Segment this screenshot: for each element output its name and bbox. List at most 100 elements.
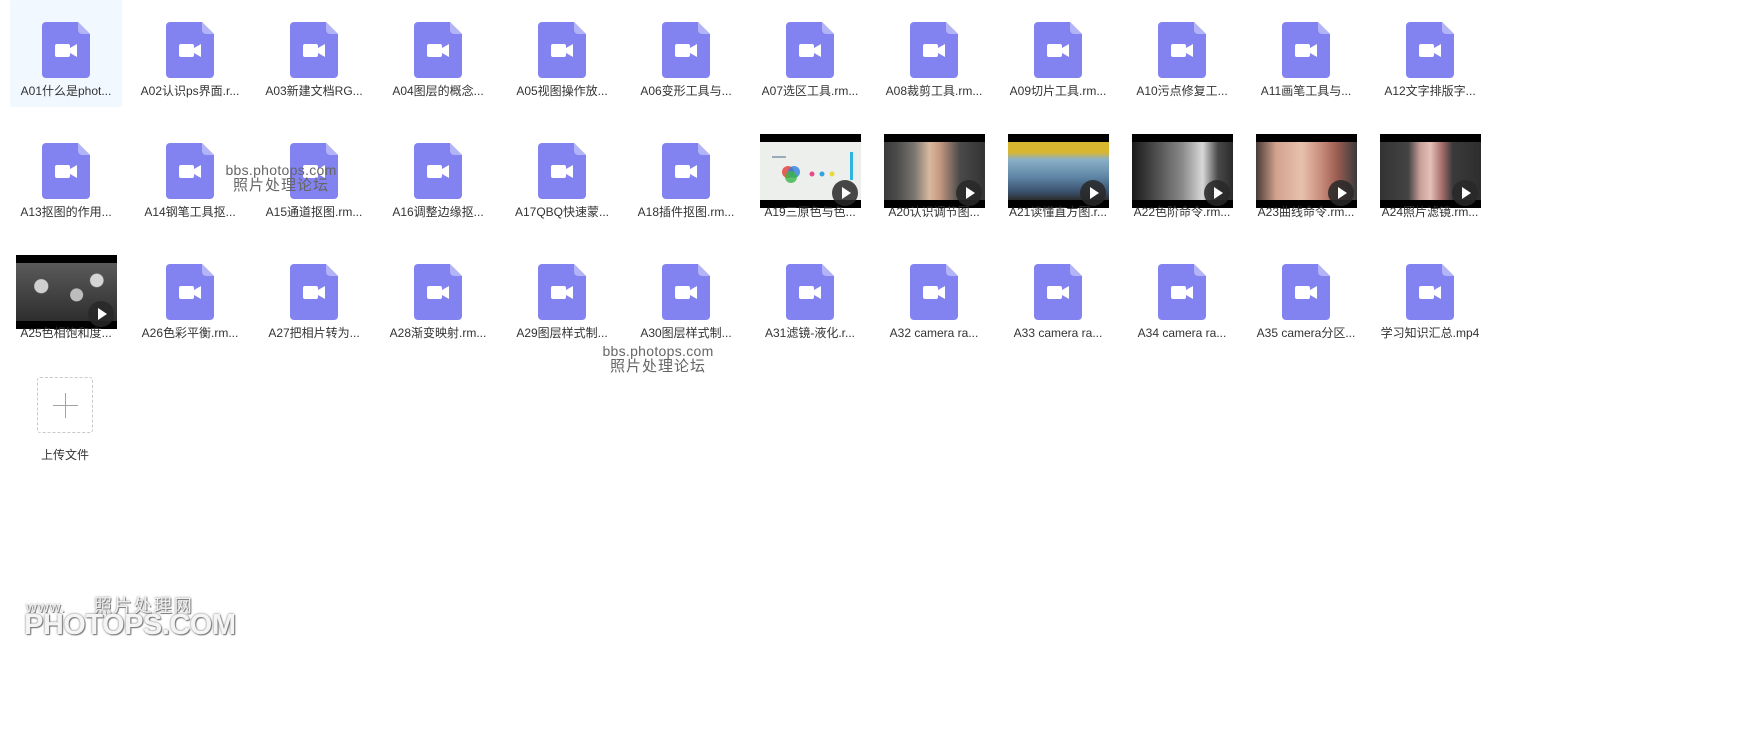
file-item[interactable]: A34 camera ra... [1126, 242, 1238, 349]
file-name: A16调整边缘抠... [392, 205, 484, 219]
file-name: A11画笔工具与... [1260, 84, 1352, 98]
video-file-icon [538, 22, 586, 78]
video-file-icon [1158, 22, 1206, 78]
video-thumbnail [759, 134, 861, 208]
file-item[interactable]: A19三原色与色... [754, 121, 866, 228]
video-file-icon [1406, 22, 1454, 78]
play-icon [1079, 180, 1106, 206]
file-item[interactable]: A23曲线命令.rm... [1250, 121, 1362, 228]
file-name: A02认识ps界面.r... [140, 84, 240, 98]
file-name: A15通道抠图.rm... [265, 205, 363, 219]
file-name: A01什么是phot... [20, 84, 112, 98]
file-thumbnail [258, 255, 370, 329]
file-item[interactable]: 学习知识汇总.mp4 [1374, 242, 1486, 349]
video-file-icon [290, 264, 338, 320]
video-thumbnail [1379, 134, 1481, 208]
file-item[interactable]: A01什么是phot... [10, 0, 122, 107]
file-item[interactable]: A03新建文档RG... [258, 0, 370, 107]
file-name: A18插件抠图.rm... [637, 205, 735, 219]
video-thumbnail [15, 255, 117, 329]
file-item[interactable]: A02认识ps界面.r... [134, 0, 246, 107]
file-item[interactable]: A08裁剪工具.rm... [878, 0, 990, 107]
file-item[interactable]: A35 camera分区... [1250, 242, 1362, 349]
video-file-icon [1406, 264, 1454, 320]
file-name: A31滤镜-液化.r... [764, 326, 856, 340]
file-item[interactable]: A24照片滤镜.rm... [1374, 121, 1486, 228]
file-item[interactable]: A33 camera ra... [1002, 242, 1114, 349]
file-name: A03新建文档RG... [265, 84, 363, 98]
file-thumbnail [10, 13, 122, 87]
play-icon [87, 301, 114, 327]
file-thumbnail [134, 13, 246, 87]
file-thumbnail [506, 134, 618, 208]
file-name: A27把相片转为... [268, 326, 360, 340]
video-file-icon [166, 264, 214, 320]
file-thumbnail [506, 255, 618, 329]
file-thumbnail [1250, 134, 1362, 208]
file-item[interactable]: A32 camera ra... [878, 242, 990, 349]
video-thumbnail [1255, 134, 1357, 208]
file-item[interactable]: A11画笔工具与... [1250, 0, 1362, 107]
file-item[interactable]: A15通道抠图.rm... [258, 121, 370, 228]
play-icon [1451, 180, 1478, 206]
video-file-icon [1282, 264, 1330, 320]
file-item[interactable]: A21读懂直方图.r... [1002, 121, 1114, 228]
file-item[interactable]: A22色阶命令.rm... [1126, 121, 1238, 228]
file-name: A04图层的概念... [392, 84, 484, 98]
file-thumbnail [1002, 13, 1114, 87]
video-file-icon [290, 22, 338, 78]
file-thumbnail [1374, 13, 1486, 87]
file-name: A14钢笔工具抠... [144, 205, 236, 219]
file-item[interactable]: A18插件抠图.rm... [630, 121, 742, 228]
file-name: A23曲线命令.rm... [1257, 205, 1355, 219]
file-name: A07选区工具.rm... [761, 84, 859, 98]
file-item[interactable]: A06变形工具与... [630, 0, 742, 107]
file-thumbnail [1126, 13, 1238, 87]
video-file-icon [910, 22, 958, 78]
file-thumbnail [10, 134, 122, 208]
file-item[interactable]: A27把相片转为... [258, 242, 370, 349]
file-thumbnail [878, 13, 990, 87]
video-thumbnail [1007, 134, 1109, 208]
file-item[interactable]: A31滤镜-液化.r... [754, 242, 866, 349]
file-item[interactable]: A13抠图的作用... [10, 121, 122, 228]
file-item[interactable]: A26色彩平衡.rm... [134, 242, 246, 349]
upload-button[interactable] [37, 377, 93, 433]
file-item[interactable]: A07选区工具.rm... [754, 0, 866, 107]
file-name: A33 camera ra... [1013, 326, 1103, 340]
file-item[interactable]: A30图层样式制... [630, 242, 742, 349]
video-file-icon [910, 264, 958, 320]
file-thumbnail [382, 13, 494, 87]
file-item[interactable]: A25色相饱和度... [10, 242, 122, 349]
file-name: A10污点修复工... [1136, 84, 1228, 98]
file-thumbnail [878, 255, 990, 329]
file-name: A06变形工具与... [640, 84, 732, 98]
file-thumbnail [1126, 255, 1238, 329]
file-item[interactable]: A04图层的概念... [382, 0, 494, 107]
video-file-icon [662, 22, 710, 78]
file-item[interactable]: A16调整边缘抠... [382, 121, 494, 228]
file-item[interactable]: A28渐变映射.rm... [382, 242, 494, 349]
video-file-icon [414, 143, 462, 199]
video-file-icon [414, 22, 462, 78]
file-item[interactable]: A14钢笔工具抠... [134, 121, 246, 228]
file-thumbnail [754, 13, 866, 87]
file-item[interactable]: A10污点修复工... [1126, 0, 1238, 107]
file-item[interactable]: A09切片工具.rm... [1002, 0, 1114, 107]
file-thumbnail [630, 13, 742, 87]
video-file-icon [662, 143, 710, 199]
file-name: A12文字排版字... [1384, 84, 1476, 98]
file-thumbnail [134, 134, 246, 208]
file-item[interactable]: A29图层样式制... [506, 242, 618, 349]
file-item[interactable]: A20认识调节图... [878, 121, 990, 228]
file-item[interactable]: A17QBQ快速蒙... [506, 121, 618, 228]
file-name: A17QBQ快速蒙... [514, 205, 610, 219]
file-item[interactable]: A12文字排版字... [1374, 0, 1486, 107]
file-name: A22色阶命令.rm... [1133, 205, 1231, 219]
play-icon [1203, 180, 1230, 206]
file-item[interactable]: A05视图操作放... [506, 0, 618, 107]
logo-brand: PHOTOPS.COM [24, 609, 236, 641]
file-thumbnail [382, 134, 494, 208]
file-thumbnail [1250, 255, 1362, 329]
file-thumbnail [754, 255, 866, 329]
